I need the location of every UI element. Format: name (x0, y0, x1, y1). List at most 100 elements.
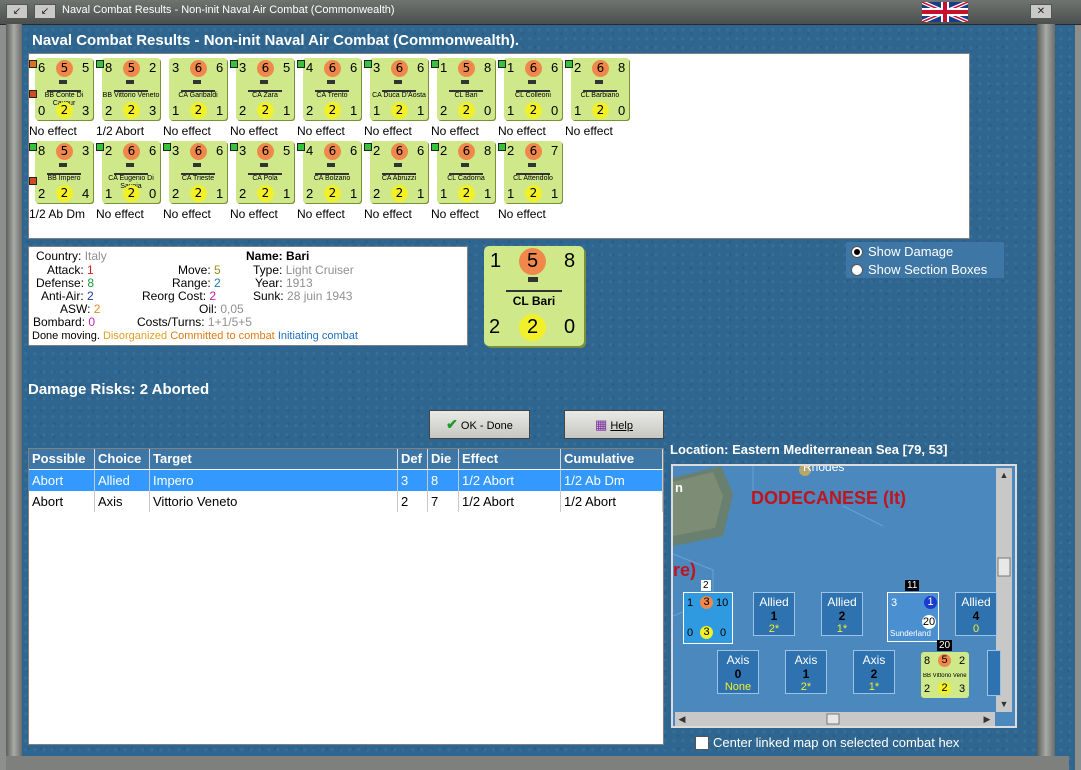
col-effect[interactable]: Effect (459, 449, 561, 469)
show-section-boxes-radio[interactable] (851, 264, 863, 276)
counter-name: CA Duca D'Aosta (372, 92, 426, 99)
counter-top-right: 6 (216, 60, 224, 75)
unit-counter[interactable]: 266CA Eugenio Di Savoia120 (102, 141, 160, 203)
unit-cell[interactable]: 2 6 6 CA Abruzzi 2 2 1 No effect (364, 141, 428, 223)
counter-name: CA Pola (252, 175, 278, 182)
status-marker-icon (96, 60, 104, 68)
unit-result: No effect (498, 207, 546, 221)
minimize-button[interactable]: ↙ (34, 4, 56, 19)
unit-cell[interactable]: 3 6 5 CA Zara 2 2 1 No effect (230, 58, 294, 140)
counter-attack: 6 (391, 60, 408, 77)
bottom-border (6, 756, 1069, 770)
unit-cell[interactable]: 8 5 2 BB Vittorio Veneto 2 2 3 1/2 Abort (96, 58, 160, 140)
scroll-down-arrow-icon[interactable]: ▼ (998, 698, 1010, 710)
system-menu-button[interactable]: ↙ (6, 4, 28, 19)
unit-cell[interactable]: 2 6 8 CL Cadorna 1 2 1 No effect (431, 141, 495, 223)
counter-defense: 2 (257, 102, 274, 119)
unit-counter[interactable]: 3 6 6 CA Duca D'Aosta 1 2 1 (370, 58, 428, 120)
col-choice[interactable]: Choice (95, 449, 150, 469)
counter-attack: 6 (458, 143, 475, 160)
ok-done-button[interactable]: ✔ OK - Done (429, 410, 530, 439)
status-marker-icon (230, 143, 238, 151)
unit-cell[interactable]: 8 5 3 BB Impero 2 2 4 1/2 Ab Dm (29, 141, 93, 223)
unit-cell[interactable]: 1 6 6 CL Colleoni 1 2 0 No effect (498, 58, 562, 140)
unit-counter[interactable]: 8 5 2 BB Vittorio Veneto 2 2 3 (102, 58, 160, 120)
counter-attack: 6 (190, 60, 207, 77)
unit-result: 1/2 Ab Dm (29, 207, 86, 221)
show-damage-radio[interactable] (851, 246, 863, 258)
unit-cell[interactable]: 1 5 8 CL Bari 2 2 0 No effect (431, 58, 495, 140)
unit-cell[interactable]: 266CA Eugenio Di Savoia120 No effect (96, 141, 160, 223)
allied-box-label: Allied (961, 595, 991, 609)
axis-box: Axis 0 None (717, 650, 759, 694)
axis-box-sub: 1* (868, 681, 880, 693)
scroll-left-arrow-icon[interactable]: ◀ (676, 713, 688, 725)
unit-counter[interactable]: 2 6 6 CA Abruzzi 2 2 1 (370, 141, 428, 203)
center-linked-map-checkbox[interactable] (695, 736, 709, 750)
col-possible[interactable]: Possible (29, 449, 95, 469)
col-die[interactable]: Die (428, 449, 459, 469)
ship-silhouette-icon (248, 163, 282, 175)
counter-defense: 2 (324, 102, 341, 119)
unit-counter[interactable]: 1 6 6 CL Colleoni 1 2 0 (504, 58, 562, 120)
costs-label: Costs/Turns: (137, 315, 205, 329)
counter-attack: 6 (391, 143, 408, 160)
unit-result: No effect (565, 124, 613, 138)
map-sunderland-unit[interactable]: 3 1 20 Sunderland (887, 592, 939, 642)
move-value: 5 (214, 263, 221, 277)
counter-defense: 2 (56, 102, 73, 119)
status-marker-icon (565, 60, 573, 68)
table-row[interactable]: Abort Axis Vittorio Veneto 2 7 1/2 Abort… (29, 491, 663, 512)
map-unit-bl: 0 (687, 627, 694, 639)
vv-bl: 2 (924, 683, 931, 695)
unit-counter[interactable]: 2 6 8 CL Cadorna 1 2 1 (437, 141, 495, 203)
counter-attack: 5 (56, 60, 73, 77)
counter-defense: 2 (525, 185, 542, 202)
name-value: Bari (286, 249, 310, 263)
unit-counter[interactable]: 4 6 6 CA Trento 2 2 1 (303, 58, 361, 120)
map-unit-stack[interactable]: 1 3 10 0 3 0 (683, 592, 733, 644)
counter-top-right: 5 (283, 60, 291, 75)
col-def[interactable]: Def (398, 449, 428, 469)
unit-cell[interactable]: 4 6 6 CA Trento 2 2 1 No effect (297, 58, 361, 140)
unit-cell[interactable]: 2 6 7 CL Attendolo 1 2 1 No effect (498, 141, 562, 223)
unit-counter[interactable]: 8 5 3 BB Impero 2 2 4 (35, 141, 93, 203)
ship-silhouette-icon (516, 163, 550, 175)
unit-counter[interactable]: 655BB Conte Di Cavour023 (35, 58, 93, 120)
axis-box-label: Axis (794, 653, 818, 667)
unit-counter[interactable]: 3 6 6 CA Garibaldi 1 2 1 (169, 58, 227, 120)
unit-counter[interactable]: 3 6 5 CA Zara 2 2 1 (236, 58, 294, 120)
unit-counter[interactable]: 1 5 8 CL Bari 2 2 0 (437, 58, 495, 120)
combat-results-table: Possible Choice Target Def Die Effect Cu… (28, 448, 664, 745)
counter-bottom-right: 1 (484, 186, 492, 201)
close-button[interactable]: ✕ (1030, 4, 1052, 19)
unit-cell[interactable]: 4 6 6 CA Bolzano 2 2 1 No effect (297, 141, 361, 223)
scroll-right-arrow-icon[interactable]: ▶ (981, 713, 993, 725)
unit-cell[interactable]: 655BB Conte Di Cavour023 No effect (29, 58, 93, 140)
unit-cell[interactable]: 3 6 6 CA Duca D'Aosta 1 2 1 No effect (364, 58, 428, 140)
unit-counter[interactable]: 2 6 8 CL Barbiano 1 2 0 (571, 58, 629, 120)
status-committed: Committed to combat (170, 330, 275, 342)
table-row[interactable]: Abort Allied Impero 3 8 1/2 Abort 1/2 Ab… (29, 470, 663, 491)
col-cumulative[interactable]: Cumulative (561, 449, 663, 469)
unit-counter[interactable]: 2 6 7 CL Attendolo 1 2 1 (504, 141, 562, 203)
help-button[interactable]: ▦ Help (564, 410, 664, 439)
damage-risks: Damage Risks: 2 Aborted (28, 381, 210, 398)
counter-top-left: 2 (373, 143, 381, 158)
counter-attack: 5 (458, 60, 475, 77)
counter-bottom-left: 2 (172, 186, 180, 201)
unit-cell[interactable]: 3 6 5 CA Pola 2 2 1 No effect (230, 141, 294, 223)
range-label: Range: (172, 276, 211, 290)
unit-cell[interactable]: 2 6 8 CL Barbiano 1 2 0 No effect (565, 58, 629, 140)
map-vittorio-unit[interactable]: 8 5 2 BB Vittorio Veneto 2 2 3 (921, 652, 969, 698)
unit-cell[interactable]: 3 6 6 CA Garibaldi 1 2 1 No effect (163, 58, 227, 140)
col-target[interactable]: Target (150, 449, 398, 469)
unit-cell[interactable]: 3 6 6 CA Trieste 2 2 1 No effect (163, 141, 227, 223)
unit-result: 1/2 Abort (96, 124, 145, 138)
unit-counter[interactable]: 4 6 6 CA Bolzano 2 2 1 (303, 141, 361, 203)
scroll-up-arrow-icon[interactable]: ▲ (998, 469, 1010, 481)
linked-map[interactable]: Rhodes n DODECANESE (It) re) 1 3 10 0 3 … (671, 464, 1017, 728)
oil-value: 0,05 (220, 302, 244, 316)
unit-counter[interactable]: 3 6 6 CA Trieste 2 2 1 (169, 141, 227, 203)
unit-counter[interactable]: 3 6 5 CA Pola 2 2 1 (236, 141, 294, 203)
